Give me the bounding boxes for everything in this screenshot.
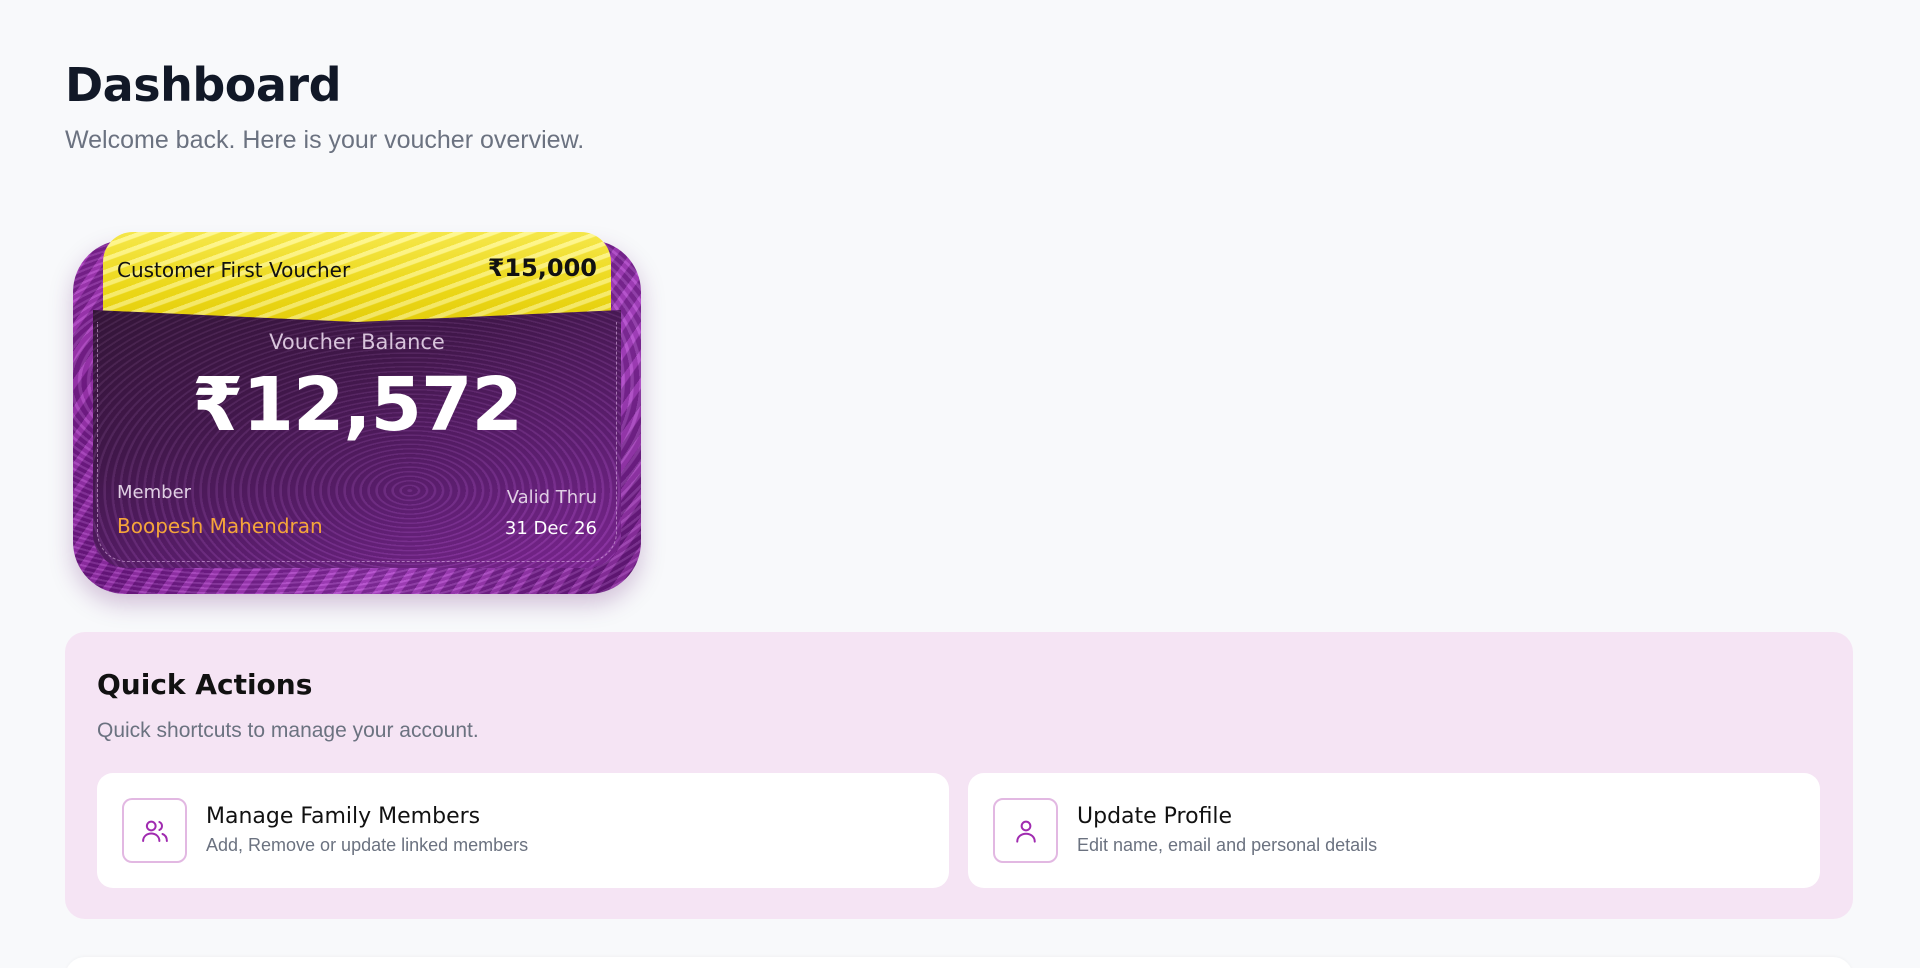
action-description: Edit name, email and personal details: [1077, 835, 1378, 855]
action-description: Add, Remove or update linked members: [206, 835, 529, 855]
voucher-balance-label: Voucher Balance: [269, 330, 445, 354]
user-icon: [993, 798, 1058, 863]
action-title: Update Profile: [1077, 804, 1233, 829]
action-title: Manage Family Members: [206, 804, 481, 829]
quick-actions-title: Quick Actions: [97, 668, 313, 701]
voucher-card: Customer First Voucher ₹15,000 Voucher B…: [73, 232, 641, 594]
update-profile-card[interactable]: Update Profile Edit name, email and pers…: [968, 773, 1820, 888]
manage-family-members-card[interactable]: Manage Family Members Add, Remove or upd…: [97, 773, 949, 888]
valid-thru-label: Valid Thru: [506, 487, 597, 508]
users-icon: [122, 798, 187, 863]
valid-thru-date: 31 Dec 26: [504, 518, 597, 539]
quick-actions-subtitle: Quick shortcuts to manage your account.: [97, 719, 479, 742]
voucher-balance-value: ₹12,572: [191, 362, 523, 448]
voucher-name: Customer First Voucher: [117, 258, 351, 282]
voucher-amount: ₹15,000: [487, 254, 597, 282]
next-section-card: [65, 957, 1853, 968]
dashboard-page: Dashboard Welcome back. Here is your vou…: [0, 0, 1920, 968]
page-title: Dashboard: [65, 58, 342, 112]
member-label: Member: [117, 482, 192, 503]
quick-actions-panel: Quick Actions Quick shortcuts to manage …: [65, 632, 1853, 919]
page-subtitle: Welcome back. Here is your voucher overv…: [65, 126, 585, 154]
member-name: Boopesh Mahendran: [117, 514, 323, 538]
